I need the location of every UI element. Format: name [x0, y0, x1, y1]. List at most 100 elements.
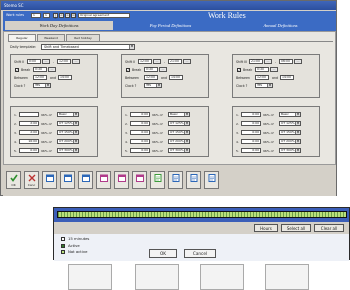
rate-type-value: OT 200% [281, 139, 295, 143]
interval-label: 15 minutes [68, 236, 90, 241]
toolbar-button[interactable] [114, 171, 129, 189]
rate-type-select[interactable]: OT 200% ▼ [279, 139, 301, 144]
toolbar-button[interactable] [78, 171, 93, 189]
rate-hours-field[interactable]: 16:00 [19, 139, 39, 144]
rate-hours-field[interactable]: 0:00 [241, 121, 261, 126]
rate-hours-field[interactable]: 0:00 [130, 130, 150, 135]
between-to-field[interactable]: 14:00 [58, 75, 72, 80]
rate-type-select[interactable]: Basic ▼ [279, 112, 301, 117]
rate-hours-field[interactable]: 0:00 [241, 112, 261, 117]
clear-all-button[interactable]: Clear all [314, 224, 344, 232]
break-picker-button[interactable]: … [159, 67, 167, 72]
tab-annual-definitions[interactable]: Annual Definitions [228, 21, 333, 30]
break-picker-button[interactable]: … [270, 67, 278, 72]
rate-type-value: OT 150% [59, 130, 73, 134]
rate-type-select[interactable]: Basic ▼ [57, 112, 79, 117]
ok-button[interactable]: OK [149, 249, 177, 258]
rate-hours-field[interactable]: 0:00 [241, 130, 261, 135]
shift-from-picker-button[interactable]: … [264, 59, 272, 64]
between-from-field[interactable]: 12:00 [255, 75, 269, 80]
break-field[interactable]: 0:30 [255, 67, 269, 72]
rate-hours-field[interactable]: 0:00 [241, 139, 261, 144]
toolbar-button[interactable] [42, 171, 57, 189]
shift-from-field[interactable]: 0:00 [27, 59, 41, 64]
between-from-field[interactable]: 12:00 [144, 75, 158, 80]
cancel-button[interactable]: Cancel [184, 249, 216, 258]
daily-template-select[interactable]: Shift and Timebased ▼ [41, 44, 135, 50]
break-checkbox[interactable]: ✓ [126, 68, 130, 72]
and-label: and [272, 76, 278, 80]
shift-to-picker-button[interactable]: … [294, 59, 302, 64]
rule-number-field[interactable]: 1 [31, 13, 41, 18]
rate-hours-field[interactable]: 2:00 [19, 121, 39, 126]
shift-from-picker-button[interactable]: … [153, 59, 161, 64]
rate-hours-field[interactable]: 0:00 [130, 112, 150, 117]
between-label: Between [125, 76, 139, 80]
subtab-red-holiday[interactable]: Red holiday [66, 34, 100, 41]
toolbar-button[interactable]: OK [6, 171, 21, 189]
break-checkbox[interactable]: ✓ [15, 68, 19, 72]
shift-from-picker-button[interactable]: … [42, 59, 50, 64]
rate-type-select[interactable]: OT 300% ▼ [57, 148, 79, 153]
tab-pay-period-definitions[interactable]: Pay Period Definitions [118, 21, 223, 30]
rate-type-select[interactable]: OT 125% ▼ [279, 121, 301, 126]
select-all-button[interactable]: Select all [281, 224, 311, 232]
toolbar-button[interactable] [186, 171, 201, 189]
rate-type-select[interactable]: OT 200% ▼ [57, 139, 79, 144]
shift-to-picker-button[interactable]: … [183, 59, 191, 64]
peek-panel [200, 264, 244, 290]
subtab-weekend[interactable]: Weekend [37, 34, 65, 41]
rate-hours-field[interactable]: 0:00 [241, 148, 261, 153]
clock-select[interactable]: Yes ▼ [144, 83, 162, 88]
toolbar-button[interactable] [132, 171, 147, 189]
nav-prev-button[interactable]: < [59, 13, 64, 18]
subtab-regular[interactable]: Regular [8, 34, 36, 41]
break-picker-button[interactable]: … [48, 67, 56, 72]
rate-type-select[interactable]: OT 150% ▼ [57, 130, 79, 135]
shift-to-field[interactable]: 21:00 [168, 59, 182, 64]
break-field[interactable]: 0:30 [144, 67, 158, 72]
hours-button[interactable]: Hours [254, 224, 278, 232]
shift-from-field[interactable]: 21:00 [249, 59, 263, 64]
between-to-field[interactable]: 14:00 [169, 75, 183, 80]
toolbar-button[interactable] [60, 171, 75, 189]
time-slot-timeline[interactable] [57, 211, 347, 218]
rule-version-field[interactable]: 1 [43, 13, 50, 18]
toolbar-button[interactable]: Canc [24, 171, 39, 189]
toolbar-button[interactable] [150, 171, 165, 189]
rate-hours-field[interactable]: 0:00 [130, 121, 150, 126]
clock-select[interactable]: Yes ▼ [33, 83, 51, 88]
rate-type-select[interactable]: OT 150% ▼ [279, 130, 301, 135]
rate-type-select[interactable]: OT 125% ▼ [168, 121, 190, 126]
rate-hours-field[interactable]: 0:00 [19, 148, 39, 153]
clock-select[interactable]: Yes ▼ [255, 83, 273, 88]
chevron-down-icon: ▼ [129, 45, 134, 49]
shift-from-field[interactable]: 12:00 [138, 59, 152, 64]
rate-type-select[interactable]: OT 150% ▼ [168, 130, 190, 135]
between-to-field[interactable]: 14:00 [280, 75, 294, 80]
rate-type-select[interactable]: OT 200% ▼ [168, 139, 190, 144]
tab-work-day-definitions[interactable]: Work Day Definitions [5, 21, 113, 30]
rate-hours-field[interactable]: 0:00 [130, 139, 150, 144]
cancel-icon [28, 174, 36, 182]
rate-hours-field[interactable] [19, 112, 39, 117]
between-from-field[interactable]: 12:00 [33, 75, 47, 80]
agreement-field[interactable]: Original agreement [78, 13, 130, 18]
break-field[interactable]: 0:30 [33, 67, 47, 72]
break-checkbox[interactable]: ✓ [237, 68, 241, 72]
toolbar-button[interactable] [204, 171, 219, 189]
nav-next-button[interactable]: > [65, 13, 70, 18]
rate-hours-field[interactable]: 2:00 [19, 130, 39, 135]
shift-to-field[interactable]: 06:00 [279, 59, 293, 64]
nav-last-button[interactable]: >| [71, 13, 76, 18]
nav-first-button[interactable]: |< [53, 13, 58, 20]
shift-to-picker-button[interactable]: … [72, 59, 80, 64]
rate-type-select[interactable]: Basic ▼ [168, 112, 190, 117]
toolbar-button[interactable] [168, 171, 183, 189]
rate-type-select[interactable]: OT 300% ▼ [279, 148, 301, 153]
rate-type-select[interactable]: OT 300% ▼ [168, 148, 190, 153]
shift-to-field[interactable]: 12:00 [57, 59, 71, 64]
rate-type-select[interactable]: OT 125% ▼ [57, 121, 79, 126]
rate-hours-field[interactable]: 0:00 [130, 148, 150, 153]
toolbar-button[interactable] [96, 171, 111, 189]
